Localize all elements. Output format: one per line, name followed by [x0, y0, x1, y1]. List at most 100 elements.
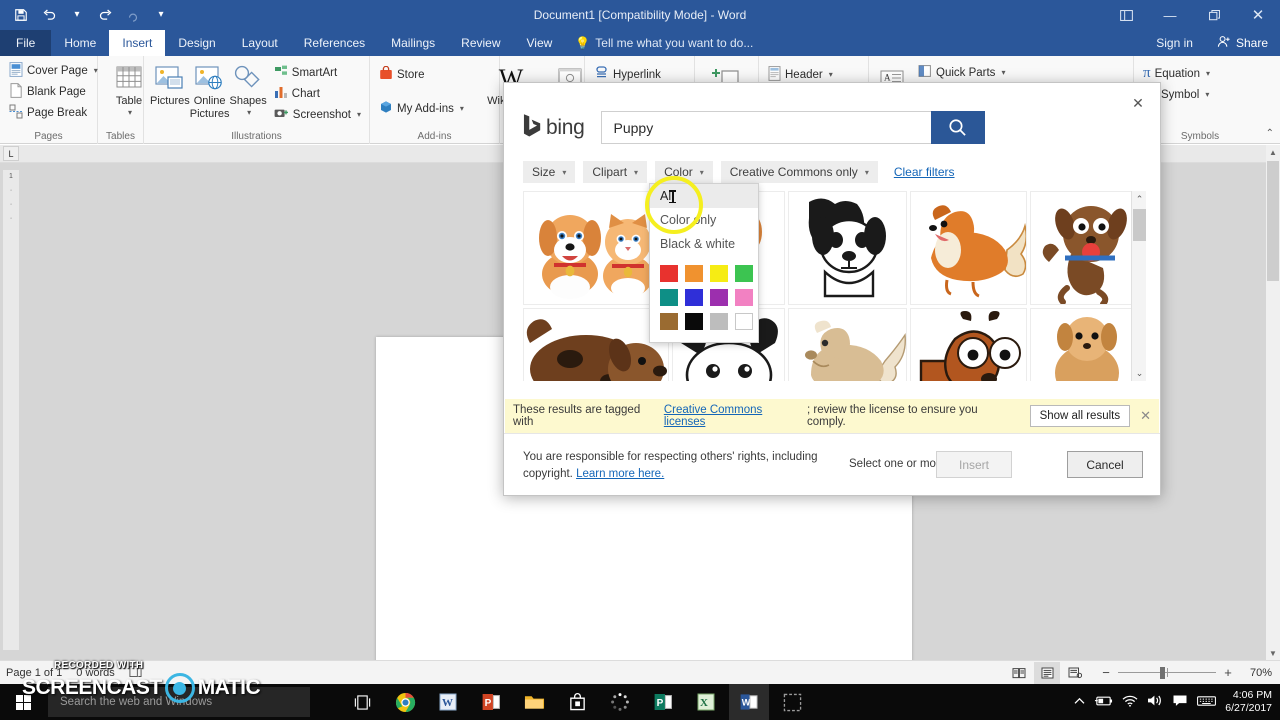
filter-creative-commons-button[interactable]: Creative Commons only ▾ — [721, 161, 878, 183]
web-layout-view-button[interactable] — [1062, 662, 1088, 684]
file-explorer-icon[interactable] — [514, 684, 554, 720]
undo-dropdown-icon[interactable]: ▾ — [64, 2, 90, 28]
tab-references[interactable]: References — [291, 30, 378, 56]
scroll-up-icon[interactable]: ⌃ — [1132, 191, 1147, 207]
zoom-in-button[interactable]: + — [1222, 665, 1234, 680]
ribbon-display-options-icon[interactable] — [1104, 0, 1148, 30]
tab-stop-selector[interactable]: L — [3, 146, 19, 161]
clear-filters-link[interactable]: Clear filters — [894, 165, 955, 179]
action-center-icon[interactable] — [1172, 694, 1188, 710]
customize-qat-icon[interactable]: ▾ — [148, 2, 174, 28]
swatch-orange[interactable] — [685, 265, 703, 282]
swatch-gray[interactable] — [710, 313, 728, 330]
screenshot-button[interactable]: Screenshot ▾ — [271, 104, 364, 125]
result-thumbnail[interactable] — [1030, 191, 1142, 305]
swatch-blue[interactable] — [685, 289, 703, 306]
creative-commons-licenses-link[interactable]: Creative Commons licenses — [664, 404, 807, 428]
tab-layout[interactable]: Layout — [229, 30, 291, 56]
dialog-close-button[interactable]: ✕ — [1124, 91, 1152, 115]
wifi-icon[interactable] — [1122, 695, 1138, 710]
zoom-slider[interactable] — [1118, 667, 1216, 679]
redo-icon[interactable] — [92, 2, 118, 28]
swatch-pink[interactable] — [735, 289, 753, 306]
battery-icon[interactable] — [1094, 695, 1113, 710]
scrollbar-thumb[interactable] — [1267, 161, 1279, 281]
microsoft-store-icon[interactable] — [557, 684, 597, 720]
repeat-icon[interactable] — [120, 2, 146, 28]
publisher-icon[interactable]: P — [643, 684, 683, 720]
learn-more-link[interactable]: Learn more here. — [576, 468, 664, 480]
save-icon[interactable] — [8, 2, 34, 28]
cover-page-button[interactable]: Cover Page ▾ — [6, 60, 91, 81]
tab-mailings[interactable]: Mailings — [378, 30, 448, 56]
cancel-button[interactable]: Cancel — [1067, 451, 1143, 478]
close-button[interactable]: ✕ — [1236, 0, 1280, 30]
result-thumbnail[interactable] — [788, 191, 907, 305]
scroll-up-icon[interactable]: ▲ — [1266, 145, 1280, 159]
print-layout-view-button[interactable] — [1034, 662, 1060, 684]
filter-size-button[interactable]: Size ▾ — [523, 161, 575, 183]
tab-view[interactable]: View — [514, 30, 566, 56]
color-option-color-only[interactable]: Color only — [650, 208, 758, 232]
color-option-black-and-white[interactable]: Black & white — [650, 232, 758, 256]
zoom-level-label[interactable]: 70% — [1240, 667, 1272, 679]
tab-design[interactable]: Design — [165, 30, 228, 56]
insert-button[interactable]: Insert — [936, 451, 1012, 478]
undo-icon[interactable] — [36, 2, 62, 28]
tab-home[interactable]: Home — [51, 30, 109, 56]
page-indicator[interactable]: Page 1 of 1 — [6, 667, 62, 679]
pictures-button[interactable]: Pictures — [150, 60, 190, 108]
color-option-all[interactable]: All — [650, 184, 758, 208]
blank-page-button[interactable]: Blank Page — [6, 81, 91, 102]
result-thumbnail[interactable] — [523, 191, 669, 305]
tab-insert[interactable]: Insert — [109, 30, 165, 56]
result-thumbnail[interactable] — [1030, 308, 1142, 381]
swatch-brown[interactable] — [660, 313, 678, 330]
tab-review[interactable]: Review — [448, 30, 513, 56]
scroll-down-icon[interactable]: ▼ — [1266, 646, 1280, 660]
result-thumbnail[interactable] — [910, 308, 1027, 381]
online-pictures-button[interactable]: Online Pictures — [190, 60, 230, 120]
filter-clipart-button[interactable]: Clipart ▾ — [583, 161, 647, 183]
show-hidden-icons-icon[interactable] — [1074, 695, 1085, 709]
tab-file[interactable]: File — [0, 30, 51, 56]
restore-button[interactable] — [1192, 0, 1236, 30]
word-count[interactable]: 0 words — [76, 667, 115, 679]
loading-spinner-icon[interactable] — [600, 684, 640, 720]
start-button[interactable] — [0, 684, 46, 720]
show-all-results-button[interactable]: Show all results — [1030, 405, 1131, 427]
keyboard-icon[interactable] — [1197, 695, 1216, 710]
document-scrollbar[interactable]: ▲ ▼ — [1266, 145, 1280, 660]
collapse-ribbon-button[interactable]: ⌃ — [1266, 128, 1274, 139]
minimize-button[interactable]: — — [1148, 0, 1192, 30]
word-2010-icon[interactable]: W — [428, 684, 468, 720]
equation-button[interactable]: π Equation ▾ — [1140, 63, 1260, 84]
share-button[interactable]: Share — [1205, 30, 1280, 56]
swatch-yellow[interactable] — [710, 265, 728, 282]
swatch-white[interactable] — [735, 313, 753, 330]
tell-me-search[interactable]: 💡 Tell me what you want to do... — [565, 30, 763, 56]
read-mode-view-button[interactable] — [1006, 662, 1032, 684]
proofing-icon[interactable] — [129, 665, 142, 681]
swatch-purple[interactable] — [710, 289, 728, 306]
taskbar-search-input[interactable]: Search the web and Windows — [48, 687, 310, 717]
task-view-icon[interactable] — [342, 684, 382, 720]
search-input[interactable]: Puppy — [601, 111, 931, 144]
result-thumbnail[interactable] — [910, 191, 1027, 305]
smartart-button[interactable]: SmartArt — [271, 62, 364, 83]
result-thumbnail[interactable] — [523, 308, 669, 381]
word-icon[interactable]: W — [729, 684, 769, 720]
taskbar-clock[interactable]: 4:06 PM 6/27/2017 — [1225, 689, 1272, 715]
shapes-button[interactable]: Shapes ▾ — [229, 60, 266, 117]
swatch-black[interactable] — [685, 313, 703, 330]
results-scrollbar-thumb[interactable] — [1133, 209, 1146, 241]
results-scrollbar[interactable]: ⌃ ⌄ — [1131, 191, 1146, 381]
scroll-down-icon[interactable]: ⌄ — [1132, 365, 1147, 381]
zoom-slider-handle[interactable] — [1160, 667, 1165, 679]
powerpoint-icon[interactable]: P — [471, 684, 511, 720]
result-thumbnail[interactable] — [788, 308, 907, 381]
my-addins-button[interactable]: My Add-ins ▾ — [376, 98, 493, 119]
swatch-red[interactable] — [660, 265, 678, 282]
quick-parts-button[interactable]: Quick Parts ▾ — [915, 62, 1023, 83]
swatch-teal[interactable] — [660, 289, 678, 306]
